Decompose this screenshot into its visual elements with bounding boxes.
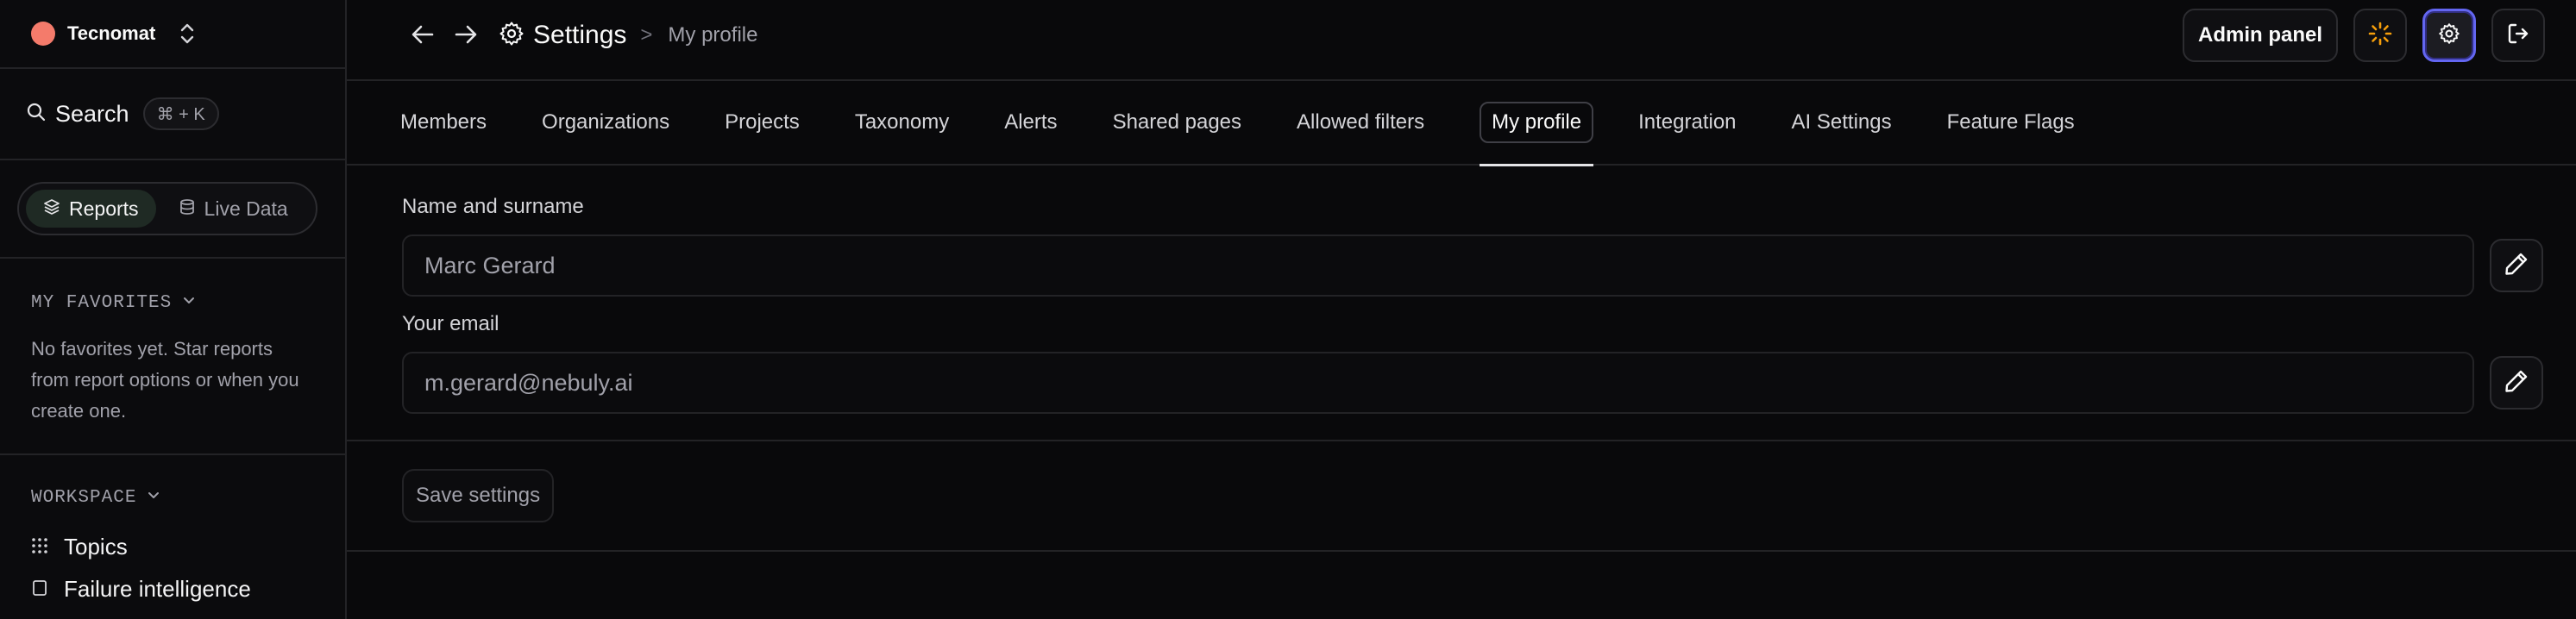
history-nav — [407, 19, 481, 50]
settings-button[interactable] — [2422, 9, 2476, 62]
favorites-header[interactable]: MY FAVORITES — [31, 293, 314, 313]
tab-members[interactable]: Members — [400, 80, 487, 165]
pencil-icon — [2504, 251, 2529, 281]
view-toggle: Reports Live Data — [17, 182, 317, 235]
pencil-icon — [2504, 368, 2529, 398]
tab-label: Members — [400, 110, 487, 134]
layers-icon — [43, 197, 60, 221]
tab-projects[interactable]: Projects — [725, 80, 800, 165]
favorites-empty-text: No favorites yet. Star reports from repo… — [31, 338, 299, 422]
profile-form: Name and surname Marc Gerard Your email … — [347, 166, 2576, 441]
tab-label: Taxonomy — [854, 110, 950, 134]
gear-icon — [2438, 22, 2460, 49]
org-avatar — [31, 22, 55, 46]
admin-panel-button[interactable]: Admin panel — [2182, 9, 2338, 62]
loader-button[interactable] — [2353, 9, 2407, 62]
name-label: Name and surname — [402, 195, 584, 218]
arrow-left-icon[interactable] — [407, 19, 438, 50]
app-root: Tecnomat Search ⌘ + K Reports Live Data … — [0, 0, 2576, 619]
tab-allowed-filters[interactable]: Allowed filters — [1297, 80, 1424, 165]
tab-label: Alerts — [1004, 110, 1058, 134]
search-label: Search — [55, 100, 129, 127]
breadcrumb: Settings > My profile — [499, 19, 757, 52]
top-bar: Settings > My profile Admin panel — [347, 0, 2576, 81]
toggle-live-data[interactable]: Live Data — [161, 190, 305, 228]
tab-label: Projects — [725, 110, 800, 134]
save-section: Save settings — [347, 441, 2576, 552]
workspace-heading: WORKSPACE — [31, 488, 137, 508]
favorites-section: MY FAVORITES No favorites yet. Star repo… — [0, 259, 345, 455]
org-name: Tecnomat — [67, 22, 156, 44]
sidebar-item-failure-intelligence[interactable]: Failure intelligence — [31, 576, 314, 603]
toggle-reports-label: Reports — [69, 197, 139, 220]
tab-ai-settings[interactable]: AI Settings — [1792, 80, 1892, 165]
gear-icon — [499, 21, 525, 51]
settings-tabs: Members Organizations Projects Taxonomy … — [347, 81, 2576, 166]
tab-integration[interactable]: Integration — [1638, 80, 1736, 165]
loader-icon — [2367, 21, 2393, 51]
database-icon — [179, 197, 196, 221]
tab-label: Feature Flags — [1946, 110, 2075, 134]
workspace-header[interactable]: WORKSPACE — [31, 488, 314, 508]
tab-shared-pages[interactable]: Shared pages — [1113, 80, 1241, 165]
sidebar-item-label: Failure intelligence — [64, 576, 251, 602]
tab-label: AI Settings — [1791, 110, 1892, 134]
edit-email-button[interactable] — [2490, 356, 2543, 410]
sidebar-item-label: Topics — [64, 534, 128, 560]
tab-organizations[interactable]: Organizations — [542, 80, 669, 165]
tab-taxonomy[interactable]: Taxonomy — [855, 80, 949, 165]
tab-label: Allowed filters — [1297, 110, 1425, 134]
document-icon — [31, 576, 48, 603]
breadcrumb-current: My profile — [668, 23, 758, 47]
chevron-up-down-icon[interactable] — [178, 22, 197, 46]
search-shortcut-badge: ⌘ + K — [142, 97, 219, 130]
search-icon — [26, 102, 47, 127]
tab-label: Integration — [1638, 110, 1737, 134]
tab-alerts[interactable]: Alerts — [1004, 80, 1057, 165]
arrow-right-icon[interactable] — [450, 19, 481, 50]
email-field[interactable]: m.gerard@nebuly.ai — [402, 352, 2474, 414]
favorites-heading: MY FAVORITES — [31, 293, 173, 313]
tab-label: My profile — [1480, 102, 1594, 143]
sidebar: Tecnomat Search ⌘ + K Reports Live Data … — [0, 0, 347, 619]
logout-icon — [2506, 22, 2530, 50]
toggle-reports[interactable]: Reports — [26, 190, 156, 228]
breadcrumb-settings[interactable]: Settings — [533, 21, 626, 50]
tab-my-profile[interactable]: My profile — [1480, 80, 1594, 166]
chevron-down-icon — [182, 293, 196, 313]
view-toggle-section: Reports Live Data — [0, 160, 345, 259]
breadcrumb-separator: > — [640, 23, 653, 47]
tab-feature-flags[interactable]: Feature Flags — [1947, 80, 2075, 165]
grid-dots-icon — [31, 534, 48, 560]
org-switcher[interactable]: Tecnomat — [0, 0, 345, 69]
chevron-down-icon — [147, 488, 160, 508]
workspace-section: WORKSPACE Topics Failure intelligence — [0, 455, 345, 603]
toggle-live-data-label: Live Data — [204, 197, 288, 220]
save-settings-button[interactable]: Save settings — [402, 469, 555, 522]
logout-button[interactable] — [2491, 9, 2545, 62]
email-label: Your email — [402, 312, 499, 335]
sidebar-search[interactable]: Search ⌘ + K — [0, 69, 345, 160]
main-content: Settings > My profile Admin panel Member… — [347, 0, 2576, 619]
sidebar-item-topics[interactable]: Topics — [31, 534, 314, 560]
name-field[interactable]: Marc Gerard — [402, 234, 2474, 297]
tab-label: Shared pages — [1112, 110, 1242, 134]
tab-label: Organizations — [542, 110, 670, 134]
edit-name-button[interactable] — [2490, 239, 2543, 292]
top-actions: Admin panel — [2182, 9, 2545, 62]
